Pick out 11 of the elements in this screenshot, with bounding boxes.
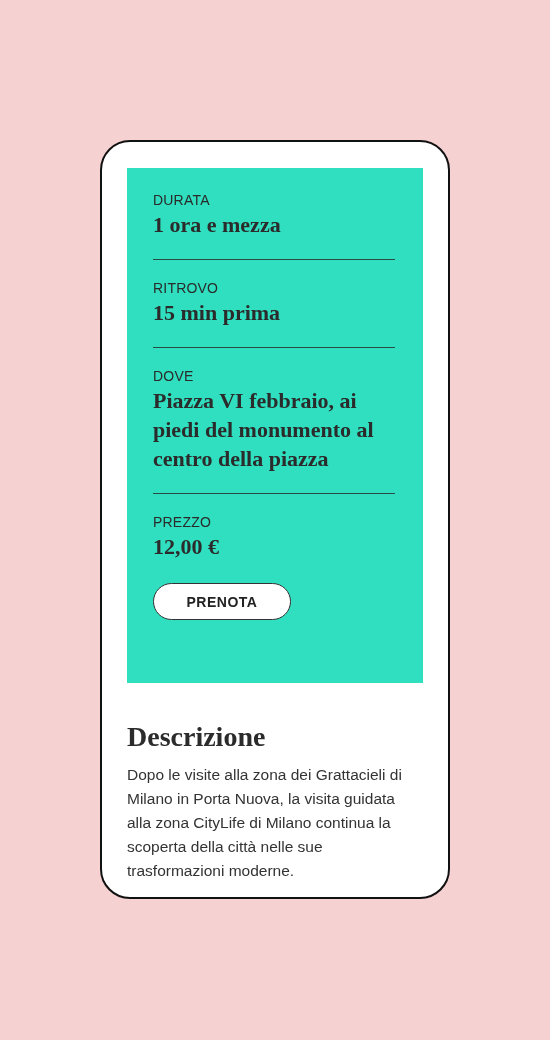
detail-value: 1 ora e mezza (153, 211, 282, 239)
book-button[interactable]: PRENOTA (153, 583, 291, 620)
detail-label: PREZZO (153, 514, 212, 530)
detail-label: DOVE (153, 368, 195, 384)
detail-label: RITROVO (153, 280, 220, 296)
description-text: Dopo le visite alla zona dei Grattacieli di Milano in Porta Nuova, la visita guidata alla zona CityLife di Milano continua la scoperta della città nelle sue trasformazioni moderne. (127, 765, 403, 881)
section-title: Descrizione (127, 721, 267, 753)
detail-value: 12,00 € (153, 533, 220, 561)
detail-value: Piazza VI febbraio, ai piedi del monumento al centro della piazza (153, 387, 375, 473)
detail-value: 15 min prima (153, 299, 282, 327)
detail-label: DURATA (153, 192, 211, 208)
